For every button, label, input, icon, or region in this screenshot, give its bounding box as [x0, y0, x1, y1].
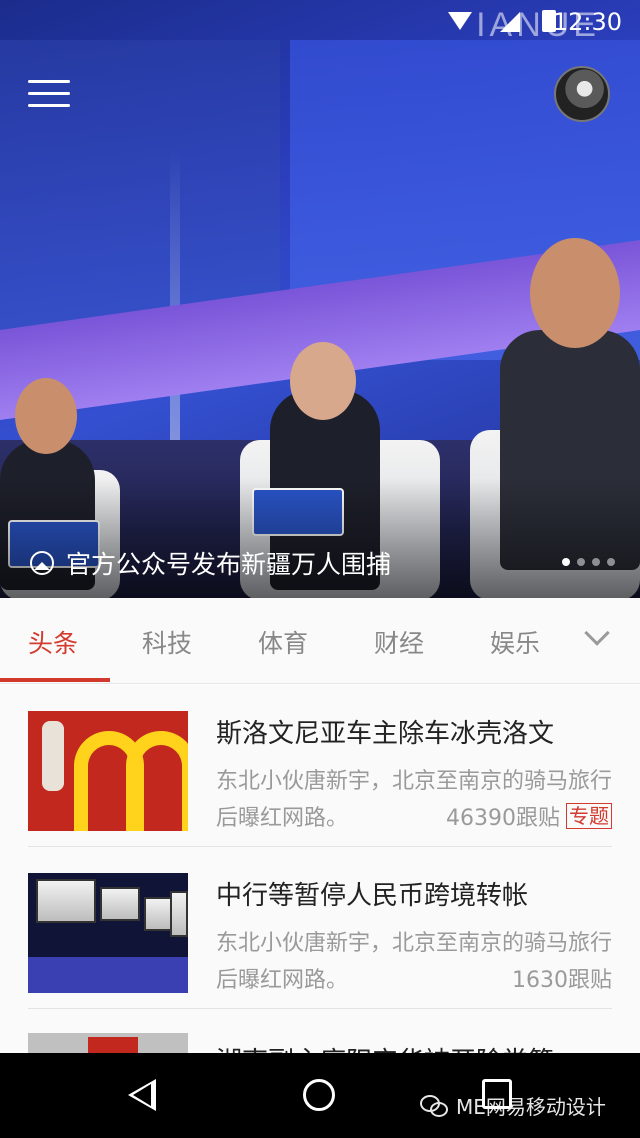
status-time: 12:30 — [552, 8, 622, 36]
tab-entertainment[interactable]: 娱乐 — [490, 624, 540, 660]
carousel-dot[interactable] — [607, 558, 615, 566]
list-item[interactable]: 湖南副主席阳宝华被开除党籍 — [0, 1009, 640, 1055]
watermark-label: ME网易移动设计 — [456, 1095, 606, 1119]
news-meta: 46390跟贴 专题 — [446, 800, 612, 832]
hero-head-left — [15, 378, 77, 454]
wifi-icon — [448, 12, 472, 30]
carousel-dots[interactable] — [562, 558, 622, 566]
tab-finance[interactable]: 财经 — [374, 624, 424, 660]
status-bar: IANUE 12:30 — [0, 0, 640, 44]
news-title: 斯洛文尼亚车主除车冰壳洛文 — [216, 719, 555, 749]
news-thumbnail — [28, 711, 188, 831]
list-item[interactable]: 中行等暂停人民币跨境转帐 东北小伙唐新宇，北京至南京的骑马旅行后曝红网路。 16… — [0, 847, 640, 1009]
topic-tag: 专题 — [566, 803, 612, 829]
carousel-dot[interactable] — [562, 558, 570, 566]
news-title: 中行等暂停人民币跨境转帐 — [216, 881, 529, 911]
image-icon — [30, 551, 54, 575]
reply-count: 1630跟贴 — [512, 968, 612, 993]
wechat-icon — [420, 1094, 448, 1117]
carousel-dot[interactable] — [577, 558, 585, 566]
hero-head-center — [290, 342, 356, 420]
tab-tech[interactable]: 科技 — [142, 624, 192, 660]
tab-sports[interactable]: 体育 — [258, 624, 308, 660]
news-thumbnail — [28, 1033, 188, 1055]
hero-caption-text: 官方公众号发布新疆万人围捕 — [66, 550, 392, 579]
back-icon[interactable] — [128, 1079, 156, 1111]
news-thumbnail — [28, 873, 188, 993]
hero-head-right — [530, 238, 620, 348]
menu-icon[interactable] — [28, 80, 70, 108]
system-nav-bar: ME网易移动设计 — [0, 1053, 640, 1138]
tab-headlines[interactable]: 头条 — [28, 624, 78, 660]
chevron-down-icon[interactable] — [584, 620, 610, 646]
avatar[interactable] — [554, 66, 610, 122]
reply-count: 46390跟贴 — [446, 806, 560, 831]
hero-light — [170, 150, 180, 450]
category-tabs: 头条 科技 体育 财经 娱乐 — [0, 598, 640, 684]
list-item[interactable]: 斯洛文尼亚车主除车冰壳洛文 东北小伙唐新宇，北京至南京的骑马旅行后曝红网路。 4… — [0, 685, 640, 847]
home-icon[interactable] — [303, 1079, 335, 1111]
hero-banner[interactable]: 官方公众号发布新疆万人围捕 — [0, 0, 640, 598]
news-list: 斯洛文尼亚车主除车冰壳洛文 东北小伙唐新宇，北京至南京的骑马旅行后曝红网路。 4… — [0, 685, 640, 1055]
tab-underline — [0, 678, 110, 682]
bottom-watermark: ME网易移动设计 — [420, 1091, 606, 1120]
hero-caption: 官方公众号发布新疆万人围捕 — [30, 545, 391, 581]
news-meta: 1630跟贴 — [512, 962, 612, 994]
carousel-dot[interactable] — [592, 558, 600, 566]
